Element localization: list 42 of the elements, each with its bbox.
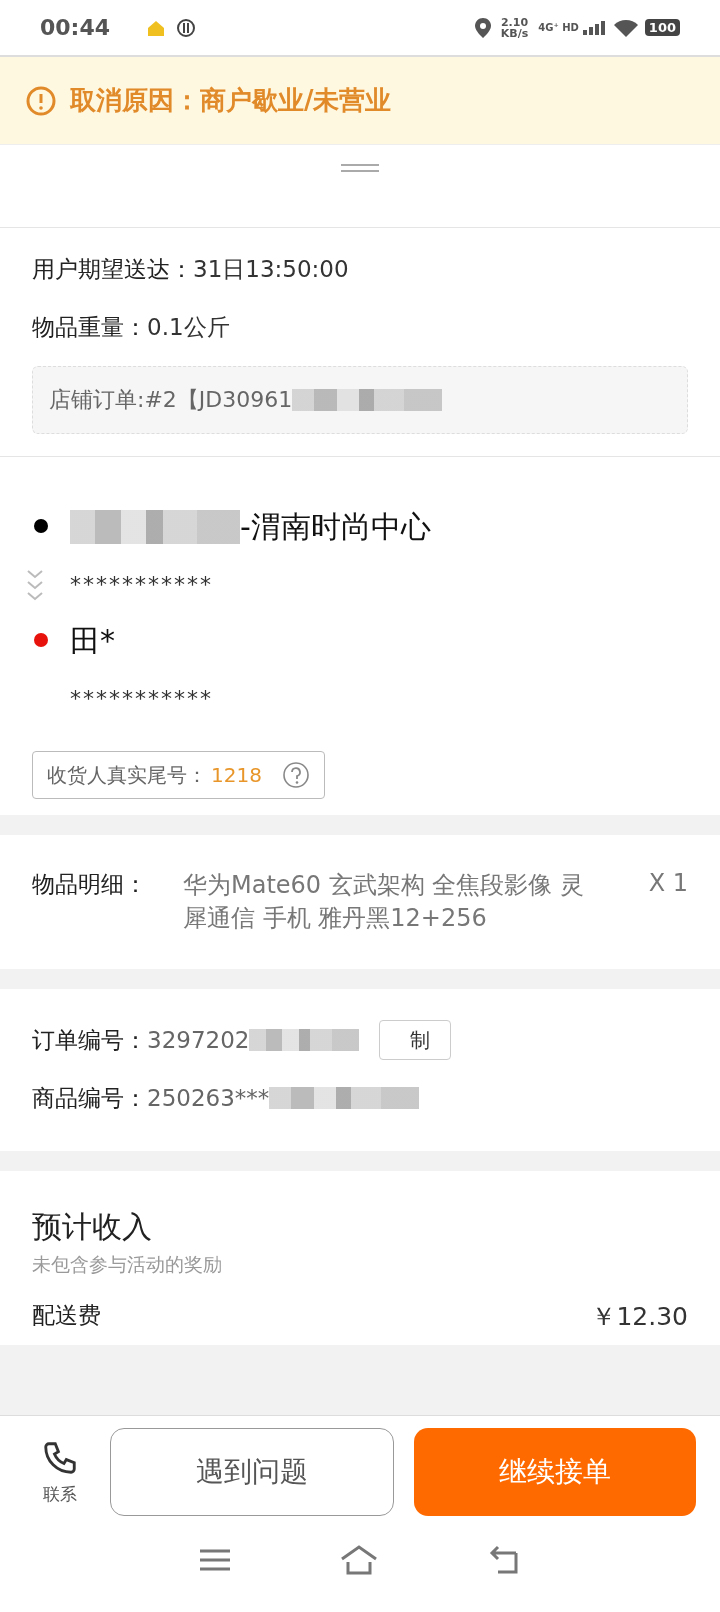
copy-button[interactable]: 制 bbox=[379, 1020, 452, 1060]
masked-address: *********** bbox=[70, 570, 214, 599]
signal-icon bbox=[582, 20, 605, 35]
location-icon bbox=[474, 17, 491, 38]
home-icon[interactable] bbox=[340, 1545, 378, 1575]
wifi-icon bbox=[612, 18, 639, 37]
tail-number-value: 1218 bbox=[211, 763, 262, 787]
income-note: 未包含参与活动的奖励 bbox=[32, 1252, 223, 1277]
code-value: 3297202 bbox=[147, 1027, 250, 1053]
recipient-name: 田* bbox=[70, 621, 115, 660]
problem-button[interactable]: 遇到问题 bbox=[110, 1428, 394, 1516]
code-value: 250263*** bbox=[147, 1085, 270, 1111]
drag-handle-icon bbox=[341, 163, 379, 173]
contact-button[interactable]: 联系 bbox=[30, 1438, 90, 1506]
network-type: 4G⁺ HD bbox=[538, 22, 579, 33]
speed-value: 2.10 bbox=[500, 16, 529, 28]
menu-icon[interactable] bbox=[200, 1548, 230, 1572]
fee-label: 配送费 bbox=[32, 1301, 101, 1330]
income-title: 预计收入 bbox=[32, 1208, 153, 1246]
weight-value: 0.1公斤 bbox=[147, 312, 230, 342]
cancel-reason: 取消原因：商户歇业/未营业 bbox=[70, 84, 392, 117]
warning-icon bbox=[26, 85, 56, 116]
back-icon[interactable] bbox=[488, 1545, 520, 1575]
store-order-text: 店铺订单:#2【JD30961 bbox=[49, 386, 293, 414]
goods-text: 华为Mate60 玄武架构 全焦段影像 灵犀通信 手机 雅丹黑12+256 bbox=[183, 870, 585, 934]
code-label: 商品编号： bbox=[32, 1083, 147, 1113]
weight-label: 物品重量： bbox=[32, 312, 147, 342]
goods-label: 物品明细： bbox=[32, 870, 147, 899]
speed-unit: KB/s bbox=[500, 27, 529, 39]
chevrons-down-icon bbox=[26, 569, 44, 603]
masked-address: *********** bbox=[70, 684, 213, 713]
expected-label: 用户期望送达： bbox=[32, 254, 193, 284]
goods-quantity: X 1 bbox=[648, 869, 688, 899]
tail-number-label: 收货人真实尾号： bbox=[47, 761, 207, 789]
battery-icon: 100 bbox=[644, 19, 680, 36]
code-label: 订单编号： bbox=[32, 1025, 147, 1055]
expected-value: 31日13:50:00 bbox=[193, 254, 349, 284]
app-icon bbox=[176, 17, 197, 38]
help-icon bbox=[281, 761, 310, 789]
clock: 00:44 bbox=[40, 15, 111, 40]
fee-value: ￥12.30 bbox=[591, 1301, 688, 1333]
shop-name: -渭南时尚中心 bbox=[240, 507, 431, 546]
